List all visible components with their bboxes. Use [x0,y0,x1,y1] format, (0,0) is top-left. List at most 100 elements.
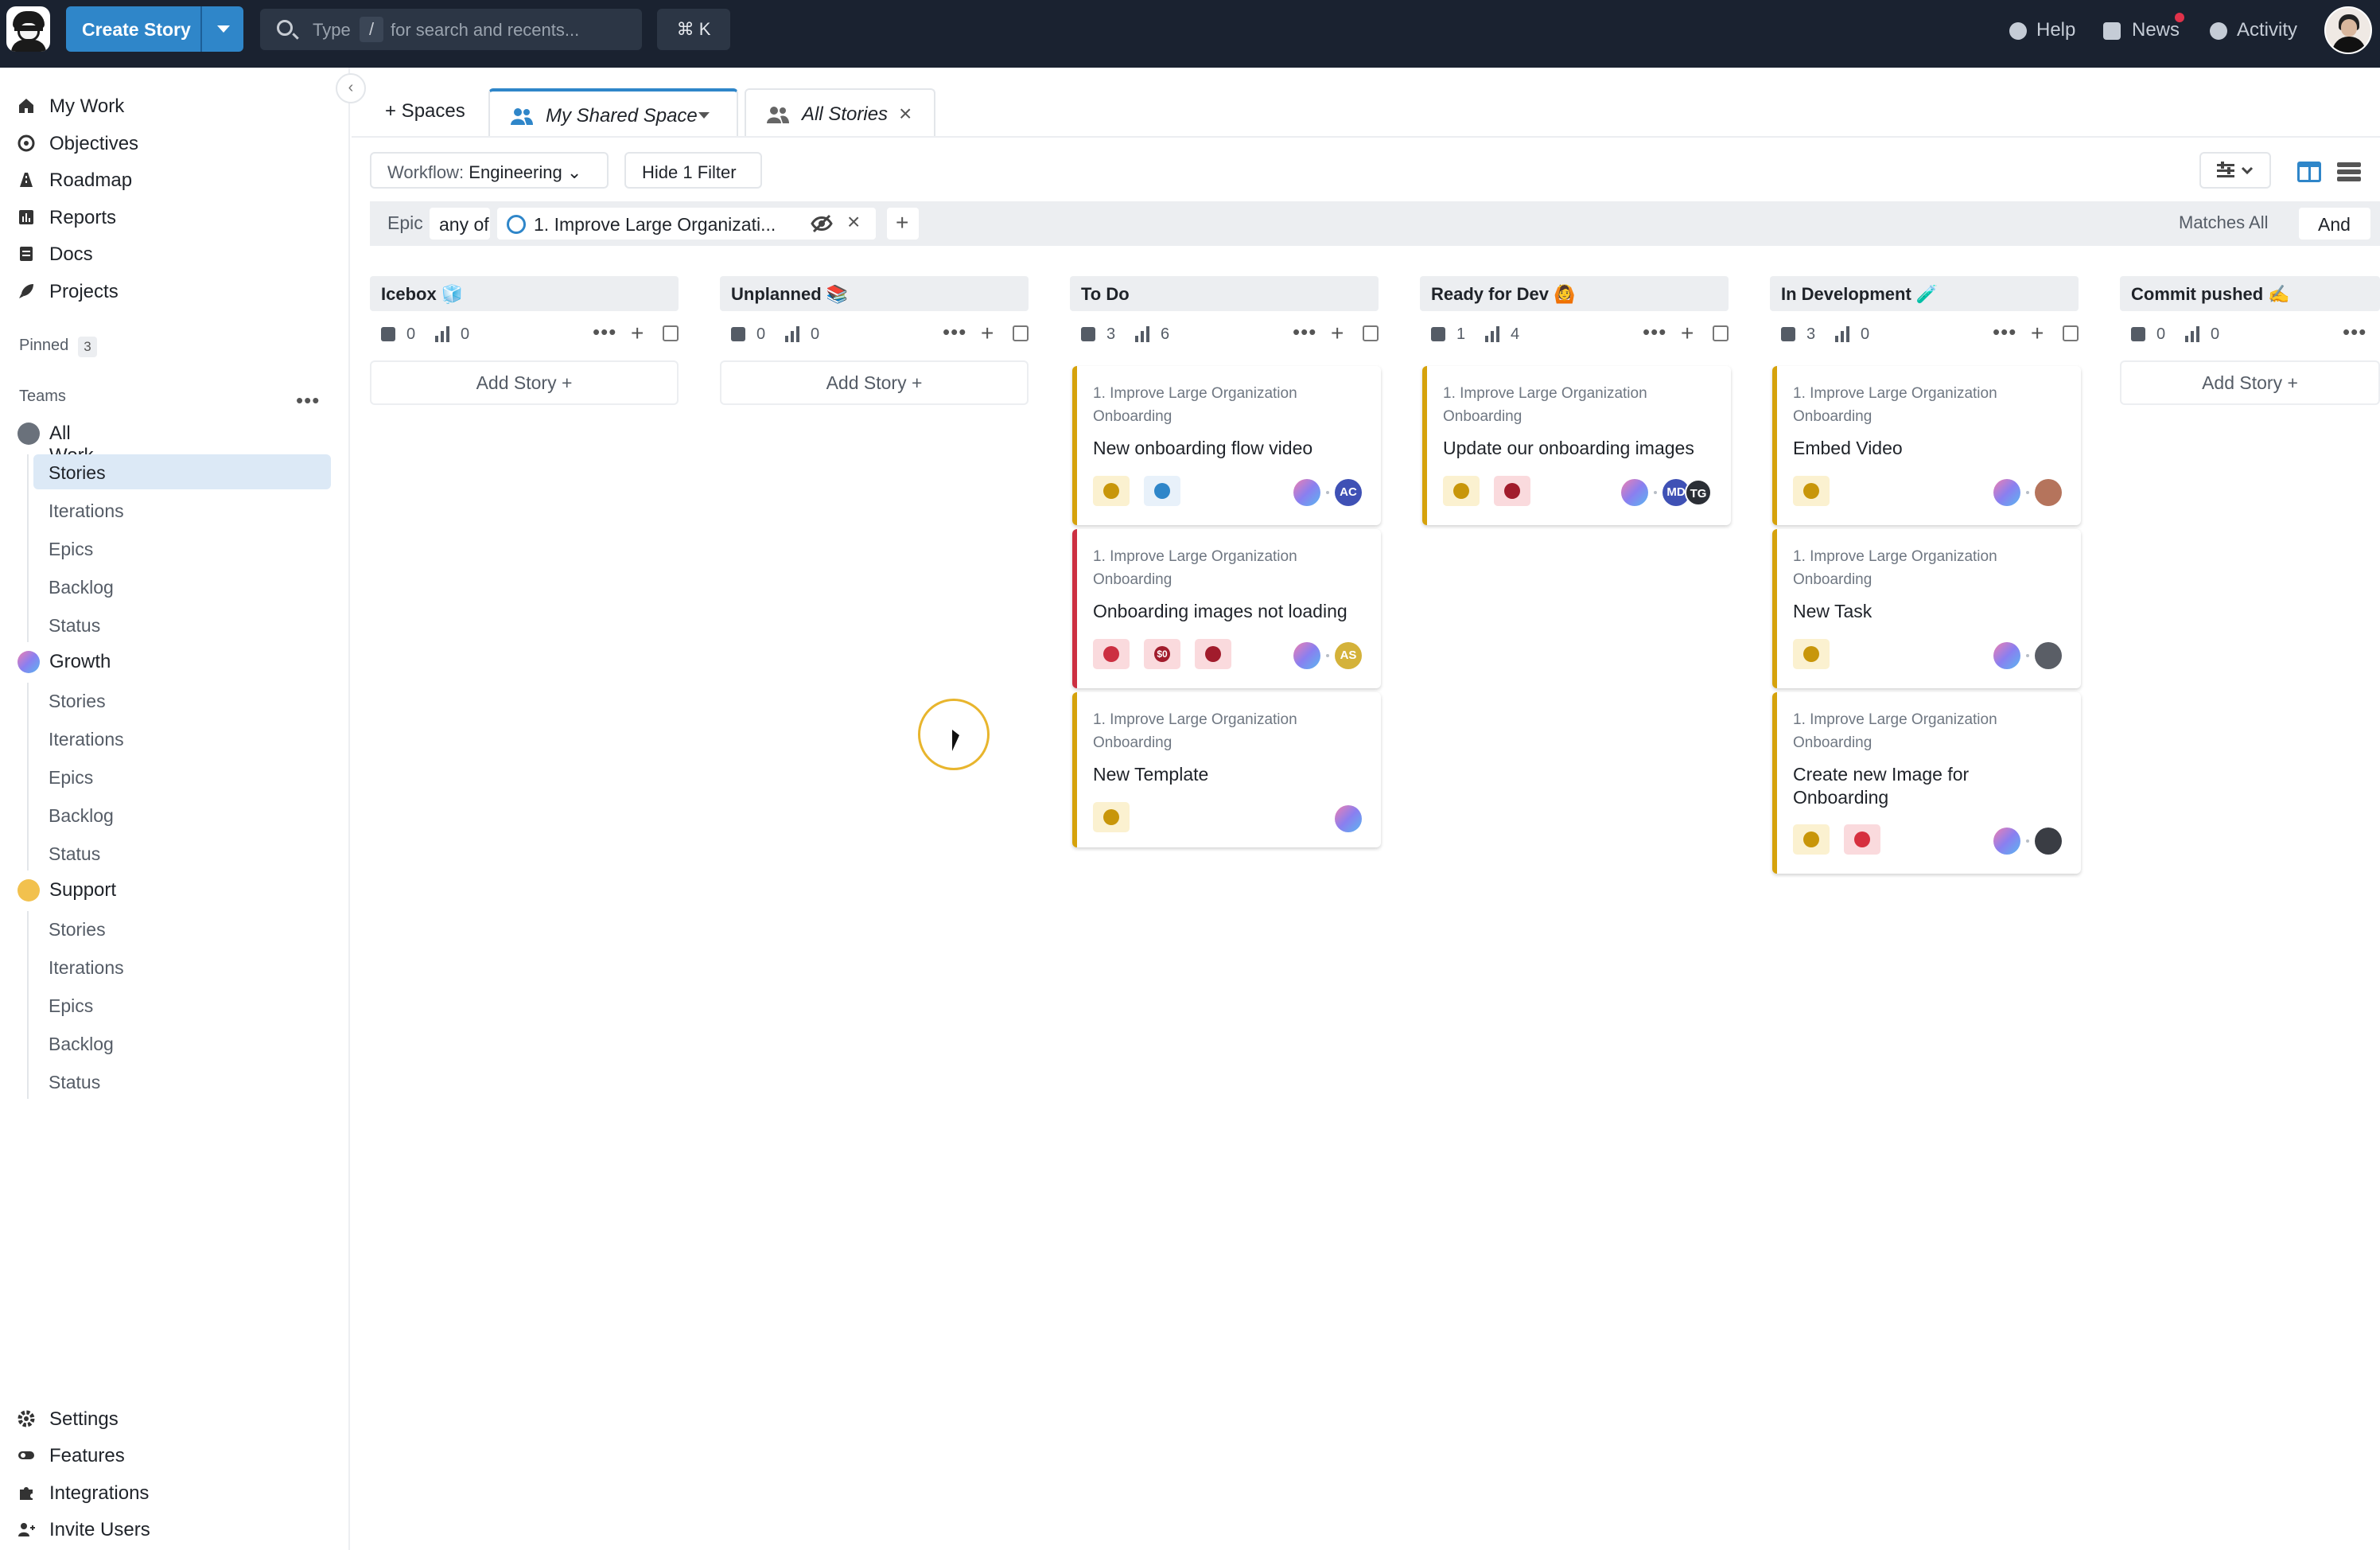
add-story-button[interactable]: Add Story + [370,360,679,405]
news-link[interactable]: News [2103,0,2188,68]
points-icon [2185,326,2199,342]
all-work-backlog[interactable]: Backlog [33,569,331,604]
owner-avatar[interactable]: AC [1335,479,1362,506]
teams-more-icon[interactable]: ••• [296,388,320,413]
puzzle-icon [18,1484,35,1501]
story-card[interactable]: 1. Improve Large Organization Onboarding … [1072,366,1381,525]
growth-status[interactable]: Status [33,835,331,870]
news-notification-dot [2175,13,2184,22]
filter-value-chip[interactable]: 1. Improve Large Organizati... × [497,208,876,240]
all-work-status[interactable]: Status [33,607,331,642]
search-input[interactable]: Type / for search and recents... [260,9,642,50]
support-backlog[interactable]: Backlog [33,1026,331,1061]
column-stats: 0 0 ••• + [370,320,679,349]
story-card[interactable]: 1. Improve Large Organization Onboarding … [1772,692,2081,874]
tab-all-stories[interactable]: All Stories × [745,88,935,136]
column-header-commit-pushed[interactable]: Commit pushed ✍️ [2120,276,2380,311]
create-story-button[interactable]: Create Story [66,6,243,52]
help-icon [2009,22,2027,40]
growth-iterations[interactable]: Iterations [33,721,331,756]
filter-operator[interactable]: any of [430,208,490,240]
docs-icon [18,245,35,263]
story-card[interactable]: 1. Improve Large Organization Onboarding … [1422,366,1731,525]
matches-mode[interactable]: Matches All [2179,212,2269,233]
column-more-icon[interactable]: ••• [943,320,966,345]
column-select-checkbox[interactable] [1363,325,1379,341]
chevron-down-icon[interactable] [698,112,710,119]
points-icon [1135,326,1149,342]
eye-off-icon[interactable] [811,214,833,238]
command-palette-button[interactable]: ⌘ K [657,9,730,50]
activity-link[interactable]: Activity [2210,0,2313,68]
story-card[interactable]: 1. Improve Large Organization Onboarding … [1772,529,2081,688]
add-user-icon [18,1521,35,1538]
story-count-icon [1431,327,1445,341]
column-header-unplanned[interactable]: Unplanned 📚 [720,276,1029,311]
hide-filter-button[interactable]: Hide 1 Filter [624,152,762,189]
filter-field[interactable]: Epic [387,212,423,234]
column-add-icon[interactable]: + [1681,321,1694,346]
column-select-checkbox[interactable] [2063,325,2079,341]
board-view-icon[interactable] [2292,152,2326,190]
tab-my-shared-space[interactable]: My Shared Space [488,88,738,136]
and-toggle[interactable]: And [2299,208,2370,240]
remove-filter-icon[interactable]: × [847,209,860,235]
owner-avatar[interactable] [2035,642,2062,669]
column-add-icon[interactable]: + [2031,321,2044,346]
owner-avatar[interactable]: TG [1685,479,1712,506]
story-count-icon [2131,327,2145,341]
support-stories[interactable]: Stories [33,911,331,946]
story-count-icon [1081,327,1095,341]
add-story-button[interactable]: Add Story + [720,360,1029,405]
user-avatar[interactable] [2324,6,2372,54]
growth-backlog[interactable]: Backlog [33,797,331,832]
workspace-logo[interactable] [6,6,50,52]
all-work-epics[interactable]: Epics [33,531,331,566]
growth-epics[interactable]: Epics [33,759,331,794]
owner-avatar[interactable]: AS [1335,642,1362,669]
column-select-checkbox[interactable] [1713,325,1729,341]
story-card[interactable]: 1. Improve Large Organization Onboarding … [1772,366,2081,525]
column-header-in-development[interactable]: In Development 🧪 [1770,276,2079,311]
story-card[interactable]: 1. Improve Large Organization Onboarding … [1072,692,1381,847]
create-story-dropdown-icon[interactable] [217,25,230,33]
support-epics[interactable]: Epics [33,987,331,1022]
column-add-icon[interactable]: + [631,321,644,346]
all-work-stories[interactable]: Stories [33,454,331,489]
column-more-icon[interactable]: ••• [1293,320,1316,345]
column-select-checkbox[interactable] [1013,325,1029,341]
all-work-iterations[interactable]: Iterations [33,493,331,528]
growth-stories[interactable]: Stories [33,683,331,718]
support-status[interactable]: Status [33,1064,331,1099]
workflow-select[interactable]: Workflow: Engineering ⌄ [370,152,609,189]
top-bar: Create Story Type / for search and recen… [0,0,2380,68]
column-add-icon[interactable]: + [1331,321,1344,346]
column-header-icebox[interactable]: Icebox 🧊 [370,276,679,311]
column-more-icon[interactable]: ••• [1993,320,2016,345]
column-add-icon[interactable]: + [981,321,994,346]
display-options-button[interactable] [2199,152,2271,189]
team-avatar [1993,479,2020,506]
add-filter-button[interactable]: + [887,208,919,240]
list-view-icon[interactable] [2332,152,2366,190]
column-header-ready-for-dev[interactable]: Ready for Dev 🙆 [1420,276,1729,311]
column-more-icon[interactable]: ••• [1643,320,1666,345]
owner-avatar[interactable] [2035,828,2062,855]
column-stats: 3 0 ••• + [1770,320,2079,349]
column-more-icon[interactable]: ••• [2343,320,2366,345]
column-select-checkbox[interactable] [663,325,679,341]
team-avatar [1993,828,2020,855]
story-card[interactable]: 1. Improve Large Organization Onboarding … [1072,529,1381,688]
add-story-button[interactable]: Add Story + [2120,360,2380,405]
support-iterations[interactable]: Iterations [33,949,331,984]
owner-avatar[interactable] [2035,479,2062,506]
help-link[interactable]: Help [2009,0,2097,68]
card-epic: 1. Improve Large Organization Onboarding [1443,385,1647,425]
priority-high-icon [1195,639,1231,669]
column-more-icon[interactable]: ••• [593,320,616,345]
column-header-to-do[interactable]: To Do [1070,276,1379,311]
feature-type-icon [1793,639,1830,669]
close-icon[interactable]: × [899,101,912,127]
home-icon [18,97,35,115]
add-space-button[interactable]: + Spaces [385,100,465,123]
